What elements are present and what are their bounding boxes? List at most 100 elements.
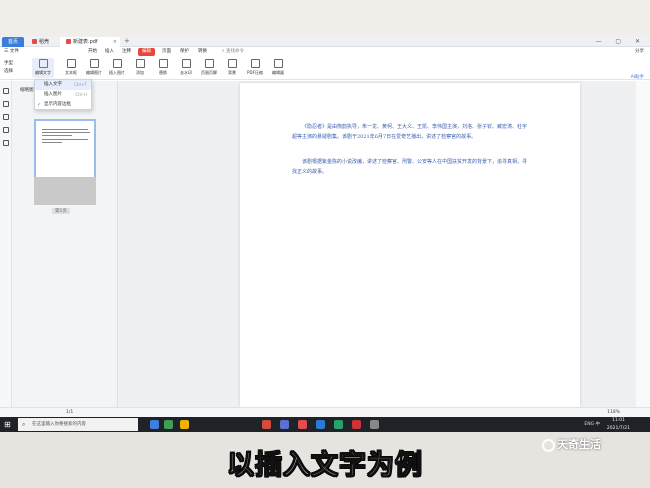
tab-home-label: 首页 (8, 39, 19, 45)
ribbon-toolbar: 手型 选择 编辑文字 文本框 编辑图片 插入图片 添加 替换 去水印 页眉页脚 … (0, 57, 650, 80)
show-border-item[interactable]: ✓ 显示内容边框 (35, 100, 91, 110)
system-tray[interactable]: ENG 中 (584, 417, 600, 432)
insert-image-shortcut: Ctrl+I (75, 92, 87, 97)
compress-icon (250, 59, 260, 68)
windows-start-icon[interactable]: ⊞ (4, 420, 11, 429)
menu-convert[interactable]: 转换 (196, 48, 209, 56)
edit-text-button[interactable]: 编辑文字 (32, 58, 54, 78)
tab-document[interactable]: 新建表.pdf × (60, 37, 120, 47)
sidebar-icon-rail (0, 81, 12, 407)
document-area: 《隐忍者》是由熊韵执导，朱一龙、黄柯、王大义、王凯、李伟国主演，刘洛、张子钦、臧… (118, 81, 650, 407)
new-tab-icon[interactable]: + (124, 36, 130, 47)
taskbar-app-icon[interactable] (316, 420, 325, 429)
taskbar-app-icon[interactable] (180, 420, 189, 429)
status-bar: 1/1 118% (0, 407, 650, 417)
clock-time: 11:01 (611, 418, 625, 423)
insert-text-shortcut: Ctrl+T (74, 82, 87, 87)
panel-title: 缩略图 (20, 88, 34, 93)
taskbar-clock[interactable]: 11:01 2021/7/21 (607, 417, 630, 432)
pdf-compress-label: PDF压缩 (247, 70, 263, 75)
page-indicator[interactable]: 1/1 (66, 409, 73, 417)
docer-icon (32, 39, 37, 44)
taskbar-app-icon[interactable] (262, 420, 271, 429)
window-controls[interactable]: — ▢ ✕ (595, 36, 646, 47)
header-footer-icon (204, 59, 214, 68)
menu-protect[interactable]: 保护 (178, 48, 191, 56)
edit-image-icon (89, 59, 99, 68)
share-button[interactable]: 分享 (635, 48, 644, 56)
header-footer-button[interactable]: 页眉页脚 (198, 59, 220, 76)
textbox-label: 文本框 (65, 70, 77, 75)
tab-docer[interactable]: 稻壳 (26, 37, 58, 47)
hand-tool-button[interactable]: 手型 (4, 60, 13, 67)
tab-docer-label: 稻壳 (39, 39, 50, 45)
search-input[interactable]: ⌕ 查找命令 (222, 48, 272, 56)
bezel-top (0, 0, 650, 36)
background-label: 背景 (228, 70, 236, 75)
select-tool-button[interactable]: 选择 (4, 68, 13, 75)
search-icon: ⌕ (22, 421, 26, 428)
thumb-text-line (42, 129, 88, 130)
tab-bar: 首页 稻壳 新建表.pdf × + — ▢ ✕ (0, 36, 650, 47)
taskbar-app-icon[interactable] (150, 420, 159, 429)
insert-image-icon (112, 59, 122, 68)
bookmark-icon[interactable] (2, 88, 9, 94)
insert-image-button[interactable]: 插入图片 (106, 59, 128, 76)
editor-label: 编辑器 (272, 70, 284, 75)
menu-file[interactable]: 三 文件 (2, 48, 21, 56)
remove-watermark-button[interactable]: 去水印 (175, 59, 197, 76)
replace-button[interactable]: 替换 (152, 59, 174, 76)
add-icon (135, 59, 145, 68)
search-icon[interactable] (2, 140, 9, 146)
thumbnail-label: 第1页 (52, 208, 70, 214)
menu-insert[interactable]: 插入 (103, 48, 116, 56)
menu-page[interactable]: 页面 (160, 48, 173, 56)
insert-text-item[interactable]: 插入文字 Ctrl+T (35, 80, 91, 90)
close-tab-icon[interactable]: × (113, 37, 117, 47)
tab-home[interactable]: 首页 (2, 37, 24, 47)
textbox-button[interactable]: 文本框 (60, 59, 82, 76)
pdf-compress-button[interactable]: PDF压缩 (244, 59, 266, 76)
taskbar-search-input[interactable]: ⌕ 在这里输入你要搜索的内容 (18, 418, 138, 431)
attachment-icon[interactable] (2, 127, 9, 133)
taskbar-search-placeholder: 在这里输入你要搜索的内容 (32, 422, 86, 427)
insert-image-item[interactable]: 插入图片 Ctrl+I (35, 90, 91, 100)
thumb-text-line (42, 139, 88, 140)
menu-start[interactable]: 开始 (86, 48, 99, 56)
thumbnail-panel: 缩略图 第1页 (12, 81, 118, 407)
paragraph-1[interactable]: 《隐忍者》是由熊韵执导，朱一龙、黄柯、王大义、王凯、李伟国主演，刘洛、张子钦、臧… (292, 123, 530, 142)
taskbar-app-icon[interactable] (370, 420, 379, 429)
zoom-level[interactable]: 118% (607, 409, 620, 417)
editor-button[interactable]: 编辑器 (267, 59, 289, 76)
editor-icon (273, 59, 283, 68)
remove-watermark-label: 去水印 (180, 70, 192, 75)
thumb-text-line (42, 142, 62, 143)
add-button[interactable]: 添加 (129, 59, 151, 76)
thumbnail-icon[interactable] (2, 101, 9, 107)
replace-icon (158, 59, 168, 68)
pdf-page[interactable]: 《隐忍者》是由熊韵执导，朱一龙、黄柯、王大义、王凯、李伟国主演，刘洛、张子钦、臧… (240, 83, 580, 407)
background-button[interactable]: 背景 (221, 59, 243, 76)
edit-image-label: 编辑图片 (86, 70, 102, 75)
video-subtitle: 以插入文字为例 (227, 450, 423, 482)
paragraph-2[interactable]: 该剧根据紫金陈的小说改编，讲述了检察官、刑警、公安等人在中国扶贫开发的背景下，追… (292, 158, 530, 177)
taskbar-app-icon[interactable] (334, 420, 343, 429)
taskbar-app-icon[interactable] (280, 420, 289, 429)
menu-edit[interactable]: 编辑 (138, 48, 155, 56)
search-placeholder: 查找命令 (225, 49, 244, 54)
show-border-label: 显示内容边框 (44, 102, 71, 107)
taskbar-app-icon[interactable] (164, 420, 173, 429)
textbox-icon (66, 59, 76, 68)
menu-annotate[interactable]: 注释 (120, 48, 133, 56)
screen: 首页 稻壳 新建表.pdf × + — ▢ ✕ 三 文件 开始 插入 注释 编辑 … (0, 36, 650, 432)
edit-image-button[interactable]: 编辑图片 (83, 59, 105, 76)
header-footer-label: 页眉页脚 (201, 70, 217, 75)
comment-icon[interactable] (2, 114, 9, 120)
taskbar-app-icon[interactable] (298, 420, 307, 429)
thumbnail-shade (34, 177, 96, 205)
taskbar-app-icon[interactable] (352, 420, 361, 429)
ai-assistant-button[interactable]: AI助手 (631, 74, 644, 80)
insert-text-label: 插入文字 (44, 82, 62, 87)
windows-taskbar: ⊞ ⌕ 在这里输入你要搜索的内容 ENG 中 11:01 2021/7/21 (0, 417, 650, 432)
menu-bar: 三 文件 开始 插入 注释 编辑 页面 保护 转换 ⌕ 查找命令 分享 (0, 47, 650, 57)
